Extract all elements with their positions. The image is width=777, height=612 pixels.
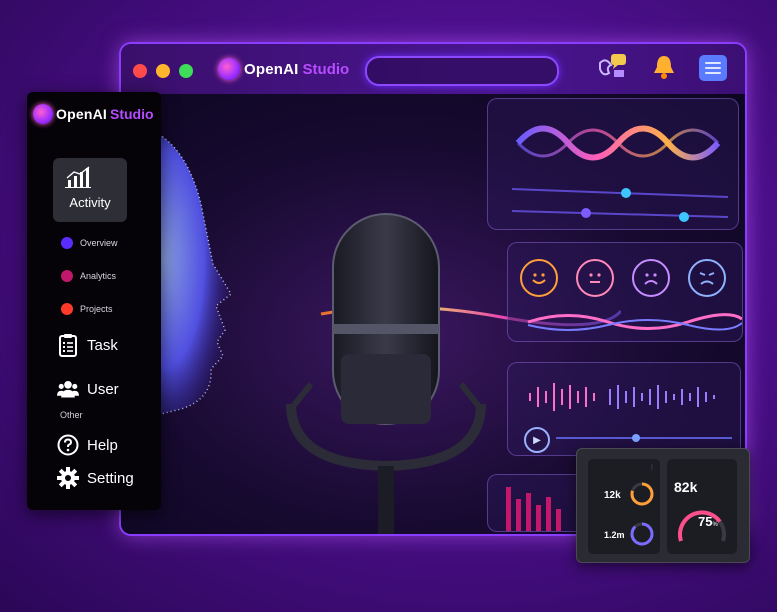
openai-logo-icon — [218, 58, 240, 80]
sidebar-item-help[interactable]: Help — [57, 434, 118, 456]
audio-progress-slider[interactable] — [556, 431, 732, 445]
sad-face-icon[interactable] — [632, 259, 670, 297]
sidebar-item-projects[interactable]: Projects — [61, 303, 113, 315]
stat-percent-sign: % — [712, 522, 718, 528]
bar-graph-panel — [487, 474, 589, 532]
clipboard-icon — [57, 334, 79, 357]
app-brand: OpenAI Studio — [218, 58, 349, 80]
sidebar-brand-accent: Studio — [109, 106, 154, 122]
overview-label: Overview — [80, 238, 118, 248]
sidebar-item-overview[interactable]: Overview — [61, 237, 118, 249]
close-window-button[interactable] — [133, 64, 147, 78]
card-menu-icon[interactable]: ⋮ — [649, 464, 655, 471]
slider-handle-1[interactable] — [621, 188, 631, 198]
title-bar: OpenAI Studio — [121, 44, 745, 94]
analytics-dot-icon — [61, 270, 73, 282]
microphone-illustration — [286, 213, 486, 534]
task-label: Task — [87, 336, 118, 354]
happy-face-icon[interactable] — [520, 259, 558, 297]
brand-accent: Studio — [302, 60, 350, 78]
search-input[interactable] — [365, 56, 559, 86]
activity-label: Activity — [69, 195, 111, 210]
sentiment-panel — [507, 242, 743, 342]
section-other-heading: Other — [60, 410, 83, 420]
brand-name: OpenAI — [244, 60, 299, 78]
sidebar-item-activity[interactable]: Activity — [53, 158, 127, 222]
maximize-window-button[interactable] — [179, 64, 193, 78]
sidebar-item-analytics[interactable]: Analytics — [61, 270, 116, 282]
stat-value-12k: 12k — [604, 490, 621, 501]
stats-widget: ⋮ 12k 1.2m 82k 75% — [576, 448, 750, 563]
orange-ring-chart — [630, 482, 654, 506]
chat-icon[interactable] — [597, 52, 627, 82]
audio-player-panel: ▶ — [507, 362, 741, 456]
stats-card-right: 82k 75% — [667, 459, 737, 554]
stats-card-left: ⋮ 12k 1.2m — [588, 459, 660, 554]
projects-dot-icon — [61, 303, 73, 315]
stat-value-1-2m: 1.2m — [604, 530, 625, 540]
sidebar-item-task[interactable]: Task — [57, 334, 118, 357]
bell-icon[interactable] — [649, 52, 679, 82]
angry-face-icon[interactable] — [688, 259, 726, 297]
sidebar-brand: OpenAI Studio — [33, 104, 154, 124]
slider-handle-3[interactable] — [679, 212, 689, 222]
user-label: User — [87, 380, 119, 398]
projects-label: Projects — [80, 304, 113, 314]
menu-icon[interactable] — [699, 55, 727, 81]
setting-label: Setting — [87, 469, 134, 487]
minimize-window-button[interactable] — [156, 64, 170, 78]
neutral-face-icon[interactable] — [576, 259, 614, 297]
waveform-panel — [487, 98, 739, 230]
help-label: Help — [87, 436, 118, 454]
overview-dot-icon — [61, 237, 73, 249]
stat-percent: 75% — [698, 514, 718, 529]
sidebar-item-setting[interactable]: Setting — [57, 467, 134, 489]
stat-percent-value: 75 — [698, 514, 713, 529]
purple-ring-chart — [630, 522, 654, 546]
sidebar-item-user[interactable]: User — [57, 378, 119, 400]
help-icon — [57, 434, 79, 456]
sidebar-brand-name: OpenAI — [56, 106, 107, 122]
users-icon — [57, 378, 79, 400]
analytics-label: Analytics — [80, 271, 117, 281]
stat-value-82k: 82k — [674, 479, 698, 495]
bar-chart-icon — [65, 166, 91, 188]
sidebar: OpenAI Studio Activity Overview Analytic… — [27, 92, 161, 510]
gear-icon — [57, 467, 79, 489]
openai-logo-icon — [33, 104, 53, 124]
play-button[interactable]: ▶ — [524, 427, 550, 453]
slider-handle-2[interactable] — [581, 208, 591, 218]
